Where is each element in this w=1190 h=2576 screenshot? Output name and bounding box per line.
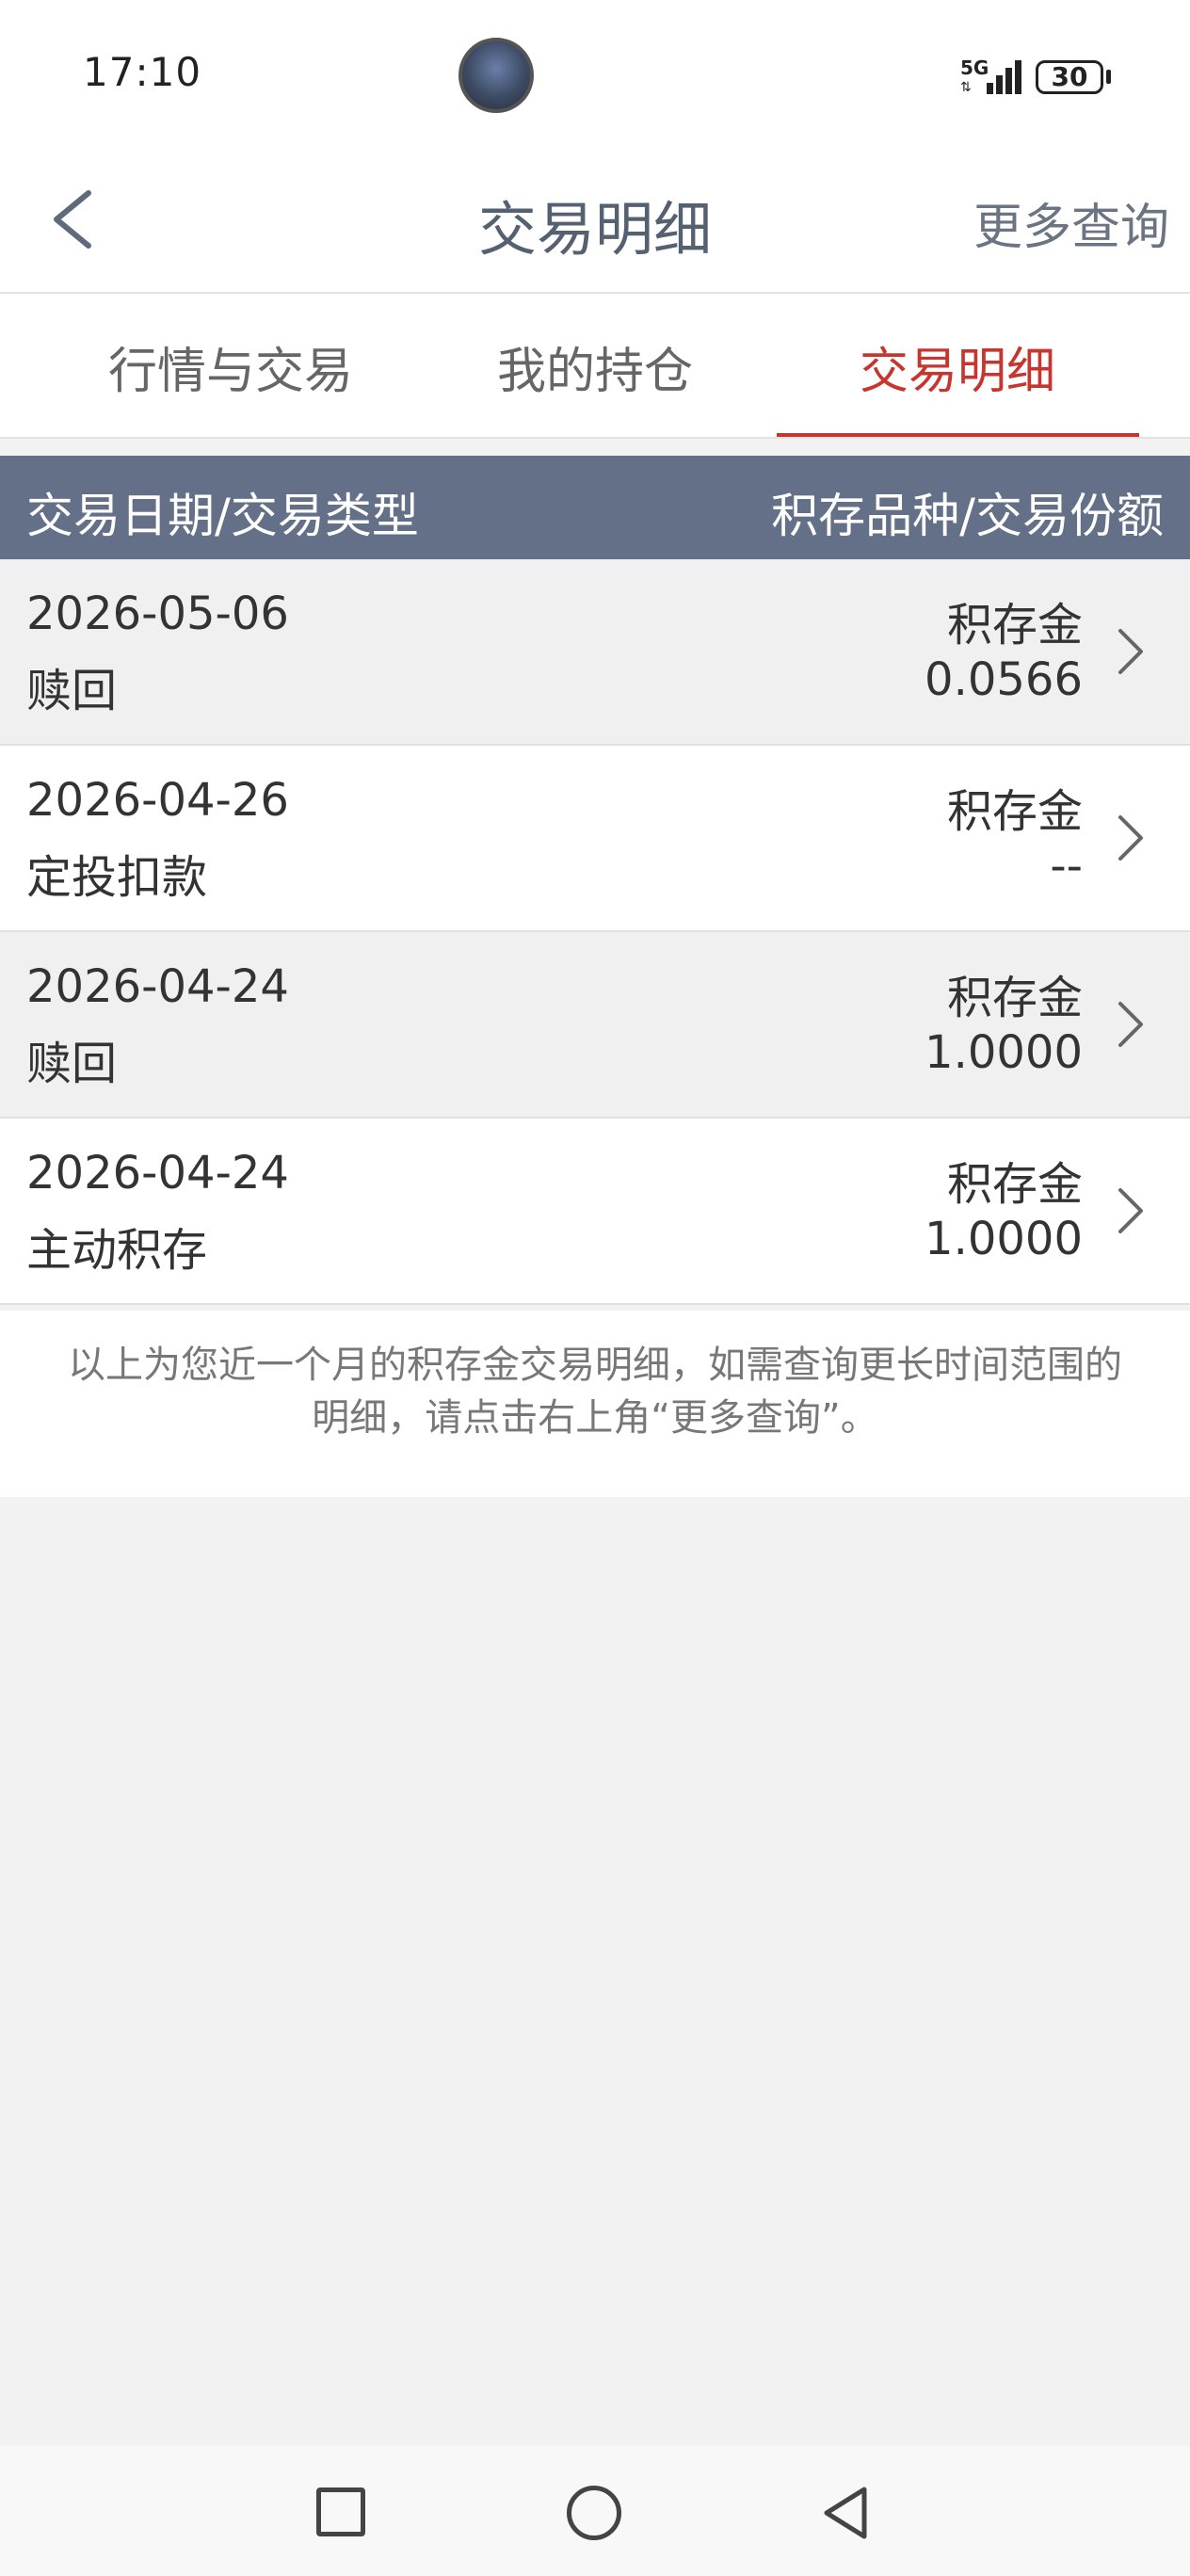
row-date: 2026-05-06 [26, 588, 289, 640]
chevron-right-icon [1118, 815, 1143, 861]
chevron-right-icon [1118, 1188, 1143, 1233]
row-type: 定投扣款 [26, 851, 208, 904]
chevron-right-icon [1118, 1002, 1143, 1047]
table-row[interactable]: 2026-04-24 赎回 积存金 1.0000 [0, 932, 1190, 1119]
row-amount: -- [1050, 840, 1083, 893]
home-icon[interactable] [567, 2486, 621, 2540]
data-arrows-icon: ⇅ [960, 80, 972, 95]
tab-bar: 行情与交易 我的持仓 交易明细 [0, 294, 1190, 439]
row-type: 主动积存 [26, 1224, 208, 1277]
recent-apps-icon[interactable] [316, 2487, 365, 2536]
row-date: 2026-04-24 [26, 1147, 289, 1199]
row-amount: 1.0000 [925, 1026, 1083, 1079]
active-tab-indicator [777, 433, 1139, 437]
tab-market-trade[interactable]: 行情与交易 [33, 331, 428, 402]
row-product: 积存金 [946, 972, 1083, 1024]
signal-icon [987, 56, 1043, 94]
table-row[interactable]: 2026-04-26 定投扣款 积存金 -- [0, 746, 1190, 932]
column-header-product-amount: 积存品种/交易份额 [771, 489, 1164, 543]
row-date: 2026-04-24 [26, 960, 289, 1013]
status-time: 17:10 [83, 49, 202, 95]
status-bar: 17:10 5G ⇅ 30 [0, 0, 1190, 146]
tab-transaction-details[interactable]: 交易明细 [760, 331, 1155, 402]
info-note: 以上为您近一个月的积存金交易明细，如需查询更长时间范围的明细，请点击右上角“更多… [0, 1311, 1190, 1497]
row-amount: 0.0566 [925, 653, 1083, 706]
chevron-right-icon [1118, 629, 1143, 674]
nav-header: 交易明细 更多查询 [0, 146, 1190, 294]
back-triangle-icon[interactable] [817, 2484, 874, 2542]
note-text: 以上为您近一个月的积存金交易明细，如需查询更长时间范围的明细，请点击右上角“更多… [68, 1344, 1122, 1440]
row-date: 2026-04-26 [26, 774, 289, 827]
row-amount: 1.0000 [925, 1213, 1083, 1265]
row-product: 积存金 [946, 785, 1083, 838]
tab-my-holdings[interactable]: 我的持仓 [397, 331, 793, 402]
more-query-button[interactable]: 更多查询 [973, 187, 1169, 258]
network-type: 5G [960, 56, 989, 79]
row-type: 赎回 [26, 665, 118, 717]
table-row[interactable]: 2026-05-06 赎回 积存金 0.0566 [0, 559, 1190, 746]
table-row[interactable]: 2026-04-24 主动积存 积存金 1.0000 [0, 1119, 1190, 1305]
row-type: 赎回 [26, 1038, 118, 1090]
row-product: 积存金 [946, 599, 1083, 652]
notification-avatar-icon [458, 38, 534, 113]
system-nav-bar [0, 2446, 1190, 2576]
battery-icon: 30 [1036, 60, 1103, 94]
row-product: 积存金 [946, 1158, 1083, 1211]
table-header: 交易日期/交易类型 积存品种/交易份额 [0, 456, 1190, 559]
column-header-date-type: 交易日期/交易类型 [26, 489, 419, 543]
battery-tip [1106, 70, 1111, 84]
